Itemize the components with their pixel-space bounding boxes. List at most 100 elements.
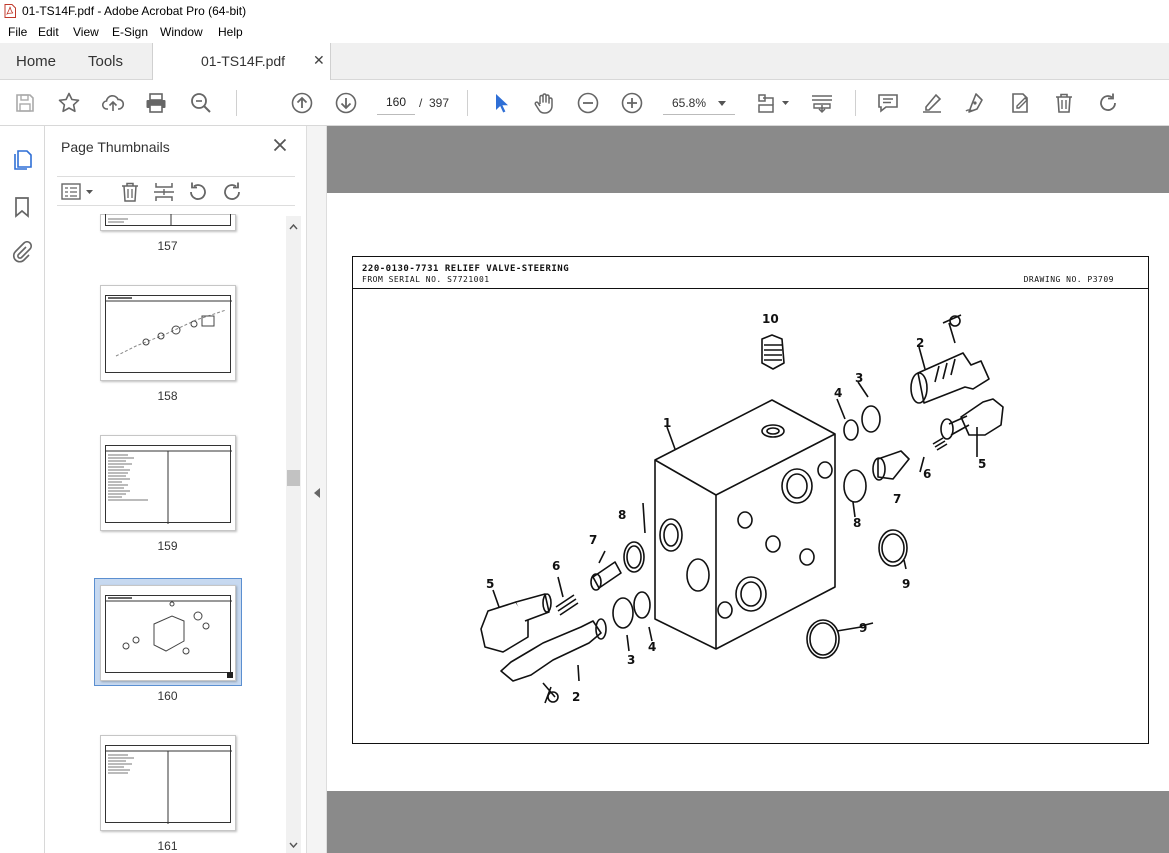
menu-bar: File Edit View E-Sign Window Help [0, 22, 1169, 43]
close-tab-icon[interactable]: ✕ [313, 52, 325, 69]
next-page-icon[interactable] [334, 91, 358, 115]
total-pages: 397 [429, 96, 450, 110]
callout-6-right: 6 [923, 467, 931, 481]
menu-help[interactable]: Help [218, 25, 243, 39]
drawing-frame: 220-0130-7731 RELIEF VALVE-STEERING FROM… [352, 256, 1149, 744]
thumbnail-table-lines [106, 450, 232, 524]
toolbar-separator [236, 90, 237, 116]
callout-4-left: 4 [648, 640, 656, 654]
thumbnail-view-marker [227, 672, 233, 678]
rotate-clockwise-icon[interactable] [221, 181, 243, 203]
thumbnail-scrollbar[interactable] [286, 216, 301, 853]
thumbnail-drawing [106, 297, 232, 357]
thumbnail-options-icon[interactable] [61, 182, 95, 202]
delete-icon[interactable] [1052, 91, 1076, 115]
thumbnail-content [105, 745, 232, 824]
menu-esign[interactable]: E-Sign [112, 25, 148, 39]
callout-5-left: 5 [486, 577, 494, 591]
comment-icon[interactable] [876, 91, 900, 115]
save-icon[interactable] [13, 91, 37, 115]
callout-1: 1 [663, 416, 671, 430]
delete-pages-icon[interactable] [119, 181, 141, 203]
select-cursor-icon[interactable] [489, 91, 513, 115]
toolbar-separator [855, 90, 856, 116]
document-viewer[interactable]: 220-0130-7731 RELIEF VALVE-STEERING FROM… [327, 126, 1169, 853]
hand-tool-icon[interactable] [532, 91, 556, 115]
tab-tools[interactable]: Tools [88, 53, 123, 70]
previous-page-icon[interactable] [290, 91, 314, 115]
highlight-pen-icon[interactable] [920, 91, 944, 115]
callout-6-left: 6 [552, 559, 560, 573]
insert-page-icon[interactable] [153, 181, 175, 203]
collapse-arrow-icon [314, 488, 320, 498]
callout-8-left: 8 [618, 508, 626, 522]
page-fit-icon[interactable] [756, 91, 790, 115]
rotate-icon[interactable] [1096, 91, 1120, 115]
thumbnail-page-160[interactable] [100, 585, 236, 681]
thumbnail-label-160: 160 [157, 689, 178, 703]
upload-cloud-icon[interactable] [101, 91, 125, 115]
callout-7-right: 7 [893, 492, 901, 506]
thumbnail-content [105, 595, 232, 673]
panel-collapse-splitter[interactable] [306, 126, 327, 853]
zoom-search-icon[interactable] [189, 91, 213, 115]
page-thumbnails-panel: Page Thumbnails 157 158 159 160 161 [45, 126, 306, 853]
scrollbar-thumb[interactable] [287, 470, 300, 486]
rotate-counterclockwise-icon[interactable] [187, 181, 209, 203]
thumbnail-content-lines [108, 214, 172, 226]
tab-bar: Home Tools 01-TS14F.pdf ✕ [0, 43, 1169, 80]
menu-file[interactable]: File [8, 25, 27, 39]
callout-2-right: 2 [916, 336, 924, 350]
thumbnail-label-159: 159 [157, 539, 178, 553]
document-tab-label: 01-TS14F.pdf [201, 53, 286, 69]
close-icon[interactable] [273, 138, 287, 152]
left-navigation-rail [0, 126, 45, 853]
fill-sign-icon[interactable] [964, 91, 988, 115]
scroll-down-icon[interactable] [289, 842, 298, 848]
thumbnail-content [105, 214, 231, 226]
edit-pdf-icon[interactable] [1008, 91, 1032, 115]
thumbnail-label-161: 161 [157, 839, 178, 853]
thumbnail-toolbar [57, 176, 295, 206]
attachments-icon[interactable] [11, 240, 33, 263]
callout-5-right: 5 [978, 457, 986, 471]
callout-7-left: 7 [589, 533, 597, 547]
menu-view[interactable]: View [73, 25, 99, 39]
tab-document[interactable]: 01-TS14F.pdf ✕ [152, 43, 331, 80]
thumbnail-page-159[interactable] [100, 435, 236, 531]
scroll-mode-icon[interactable] [810, 91, 834, 115]
callout-2-left: 2 [572, 690, 580, 704]
thumbnail-page-158[interactable] [100, 285, 236, 381]
thumbnail-table-lines [106, 750, 232, 824]
zoom-in-icon[interactable] [620, 91, 644, 115]
thumbnail-label-158: 158 [157, 389, 178, 403]
chevron-down-icon [718, 101, 726, 106]
thumbnail-label-157: 157 [157, 239, 178, 253]
tab-home[interactable]: Home [16, 53, 56, 70]
panel-title: Page Thumbnails [61, 139, 170, 155]
thumbnail-page-157[interactable] [100, 214, 236, 231]
zoom-out-icon[interactable] [576, 91, 600, 115]
callout-3-left: 3 [627, 653, 635, 667]
page-thumbnails-icon[interactable] [11, 149, 33, 171]
zoom-level-dropdown[interactable]: 65.8% [663, 90, 735, 115]
thumbnail-drawing [106, 597, 232, 655]
scroll-up-icon[interactable] [289, 224, 298, 230]
menu-edit[interactable]: Edit [38, 25, 59, 39]
zoom-level-value: 65.8% [672, 96, 707, 110]
page-number-input[interactable] [377, 90, 415, 115]
callout-10: 10 [762, 312, 779, 326]
window-title-bar: 01-TS14F.pdf - Adobe Acrobat Pro (64-bit… [0, 0, 1169, 22]
callout-9-bottom: 9 [859, 621, 867, 635]
pdf-page: 220-0130-7731 RELIEF VALVE-STEERING FROM… [327, 193, 1169, 791]
pdf-file-icon [4, 4, 16, 18]
print-icon[interactable] [144, 91, 168, 115]
window-title: 01-TS14F.pdf - Adobe Acrobat Pro (64-bit… [22, 4, 247, 18]
page-separator: / [419, 96, 423, 110]
bookmark-star-icon[interactable] [57, 91, 81, 115]
callout-4-right: 4 [834, 386, 842, 400]
callout-3-right: 3 [855, 371, 863, 385]
thumbnail-page-161[interactable] [100, 735, 236, 831]
bookmarks-icon[interactable] [11, 196, 33, 218]
menu-window[interactable]: Window [160, 25, 203, 39]
